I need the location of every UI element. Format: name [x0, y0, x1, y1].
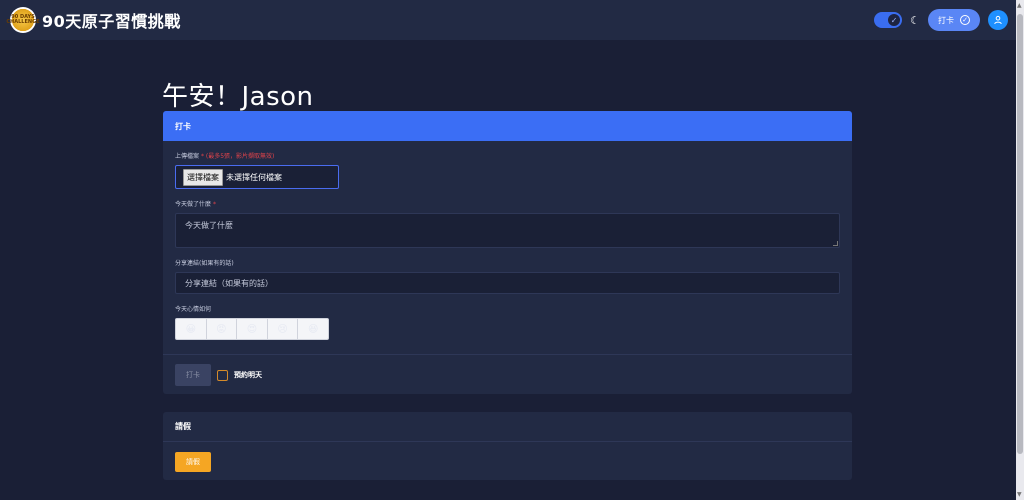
today-label-text: 今天做了什麼: [175, 201, 212, 208]
leave-card-header: 請假: [163, 412, 852, 442]
checkin-card-header: 打卡: [163, 111, 852, 141]
schedule-tomorrow-label: 預約明天: [234, 371, 262, 379]
checkin-form: 上傳檔案 * (最多5張，影片擷取無效) 選擇檔案 未選擇任何檔案 今天做了什麼…: [163, 141, 852, 340]
nav-checkin-label: 打卡: [938, 15, 954, 25]
leave-card: 請假 請假: [163, 412, 852, 480]
choose-file-button[interactable]: 選擇檔案: [183, 168, 223, 186]
nav-actions: ✓ ☾ 打卡 ✓: [874, 9, 1008, 31]
app-title: 90天原子習慣挑戰: [42, 12, 181, 31]
upload-note: (最多5張，影片擷取無效): [205, 153, 275, 160]
mood-selector: 😀 😡 😍 😢 😆: [175, 318, 329, 340]
file-upload-field[interactable]: 選擇檔案 未選擇任何檔案: [175, 165, 339, 189]
page-scrollbar[interactable]: ▲ ▼: [1016, 0, 1024, 500]
mood-happy-button[interactable]: 😀: [176, 319, 207, 339]
share-link-input[interactable]: 分享連結（如果有的話）: [175, 272, 840, 294]
mood-label: 今天心情如何: [175, 306, 212, 313]
upload-label-text: 上傳檔案: [175, 153, 200, 160]
share-link-placeholder: 分享連結（如果有的話）: [185, 278, 273, 288]
link-label: 分享連結(如果有的話): [175, 260, 234, 267]
today-label: 今天做了什麼 *: [175, 199, 840, 208]
scrollbar-thumb[interactable]: [1017, 14, 1023, 454]
top-navbar: 90 DAYS CHALLENGE 90天原子習慣挑戰 ✓ ☾ 打卡 ✓: [0, 0, 1024, 40]
scroll-up-icon[interactable]: ▲: [1017, 2, 1022, 9]
moon-icon: ☾: [910, 13, 920, 27]
file-status: 未選擇任何檔案: [226, 172, 282, 182]
user-icon: [994, 15, 1002, 25]
theme-toggle[interactable]: ✓: [874, 12, 903, 28]
scroll-down-icon[interactable]: ▼: [1017, 491, 1022, 498]
mood-love-button[interactable]: 😍: [237, 319, 268, 339]
check-circle-icon: ✓: [960, 15, 970, 25]
greeting-title: 午安！Jason: [162, 82, 314, 112]
today-placeholder: 今天做了什麼: [185, 221, 233, 230]
mood-laugh-button[interactable]: 😆: [298, 319, 328, 339]
check-icon: ✓: [888, 14, 901, 26]
submit-checkin-button[interactable]: 打卡: [175, 364, 211, 386]
required-mark: *: [200, 153, 204, 160]
upload-label: 上傳檔案 * (最多5張，影片擷取無效): [175, 151, 840, 160]
checkin-card: 打卡 上傳檔案 * (最多5張，影片擷取無效) 選擇檔案 未選擇任何檔案 今天做…: [163, 111, 852, 394]
schedule-tomorrow-checkbox[interactable]: [217, 369, 228, 381]
card-divider: [163, 354, 852, 355]
mood-sad-button[interactable]: 😢: [268, 319, 299, 339]
app-logo: 90 DAYS CHALLENGE: [6, 7, 40, 33]
required-mark: *: [212, 201, 216, 208]
resize-handle-icon[interactable]: [833, 241, 838, 246]
checkin-footer: 打卡 預約明天: [175, 364, 262, 386]
mood-angry-button[interactable]: 😡: [207, 319, 238, 339]
leave-button[interactable]: 請假: [175, 452, 211, 472]
today-textarea[interactable]: 今天做了什麼: [175, 213, 840, 248]
brand[interactable]: 90 DAYS CHALLENGE 90天原子習慣挑戰: [6, 7, 181, 33]
user-avatar[interactable]: [988, 10, 1008, 30]
nav-checkin-button[interactable]: 打卡 ✓: [928, 9, 980, 31]
